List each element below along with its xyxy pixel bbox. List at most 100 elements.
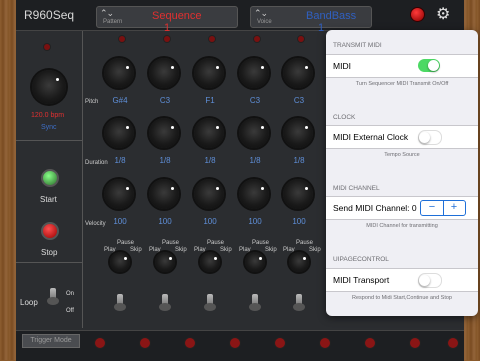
external-clock-switch[interactable] <box>418 130 442 145</box>
start-label: Start <box>40 195 57 204</box>
velocity-knob[interactable] <box>146 176 182 212</box>
step-mode-knob[interactable] <box>107 249 133 275</box>
step-trigger-led[interactable] <box>410 338 420 348</box>
midi-channel-cell: Send MIDI Channel: 0 − + <box>326 196 478 220</box>
play-label: Play <box>283 247 295 253</box>
midi-transport-cell: MIDI Transport <box>326 268 478 292</box>
step-toggle[interactable] <box>293 294 305 311</box>
voice-arrows-icon[interactable]: ⌃⌄ <box>254 8 268 19</box>
step-mode-knob[interactable] <box>242 249 268 275</box>
step-toggle[interactable] <box>114 294 126 311</box>
midi-transport-footer: Respond to Midi Start,Continue and Stop <box>352 295 452 301</box>
duration-knob[interactable] <box>101 115 137 151</box>
clock-header: CLOCK <box>333 114 356 121</box>
step-led <box>164 36 170 42</box>
step-trigger-led[interactable] <box>320 338 330 348</box>
pitch-knob[interactable] <box>101 55 137 91</box>
start-button[interactable] <box>41 169 59 187</box>
duration-knob[interactable] <box>191 115 227 151</box>
midi-transport-switch[interactable] <box>418 273 442 288</box>
transmit-midi-header: TRANSMIT MIDI <box>333 42 382 49</box>
pitch-knob[interactable] <box>236 55 272 91</box>
duration-value: 1/8 <box>293 156 305 165</box>
pitch-value: C3 <box>293 96 305 105</box>
duration-knob[interactable] <box>280 115 316 151</box>
app-title: R960Seq <box>24 8 75 22</box>
duration-value: 1/8 <box>204 156 216 165</box>
duration-knob[interactable] <box>236 115 272 151</box>
duration-value: 1/8 <box>159 156 171 165</box>
trigger-mode-button[interactable]: Trigger Mode <box>22 334 80 348</box>
velocity-value: 100 <box>113 217 127 226</box>
midi-channel-stepper[interactable]: − + <box>420 200 466 216</box>
stop-button[interactable] <box>41 222 59 240</box>
velocity-value: 100 <box>203 217 217 226</box>
external-clock-cell: MIDI External Clock <box>326 125 478 149</box>
pause-label: Pause <box>252 240 270 246</box>
pattern-selector[interactable]: ⌃⌄ Pattern Sequence 1 <box>96 6 238 34</box>
bottom-bar <box>16 330 464 361</box>
play-label: Play <box>149 247 161 253</box>
external-clock-label: MIDI External Clock <box>333 132 409 142</box>
step-trigger-led[interactable] <box>365 338 375 348</box>
pause-label: Pause <box>162 240 180 246</box>
step-led <box>209 36 215 42</box>
velocity-knob[interactable] <box>191 176 227 212</box>
midi-transmit-label: MIDI <box>333 61 351 71</box>
skip-label: Skip <box>309 247 321 253</box>
velocity-knob[interactable] <box>280 176 316 212</box>
loop-off-label: Off <box>66 308 74 314</box>
tempo-knob[interactable] <box>29 67 69 107</box>
record-button[interactable] <box>410 7 425 22</box>
step-toggle[interactable] <box>159 294 171 311</box>
step-mode-knob[interactable] <box>152 249 178 275</box>
velocity-knob[interactable] <box>236 176 272 212</box>
velocity-knob[interactable] <box>101 176 137 212</box>
pitch-value: C3 <box>249 96 261 105</box>
tempo-led <box>44 44 50 50</box>
gear-icon[interactable]: ⚙ <box>436 4 450 24</box>
midi-channel-footer: MIDI Channel for transmitting <box>366 223 438 229</box>
step-trigger-led[interactable] <box>448 338 458 348</box>
sync-label[interactable]: Sync <box>41 124 57 131</box>
midi-transmit-switch[interactable] <box>418 59 440 72</box>
duration-knob[interactable] <box>146 115 182 151</box>
skip-label: Skip <box>220 247 232 253</box>
divider <box>16 140 82 141</box>
pitch-knob[interactable] <box>191 55 227 91</box>
step-mode-knob[interactable] <box>197 249 223 275</box>
pitch-value: G#4 <box>112 96 128 105</box>
skip-label: Skip <box>265 247 277 253</box>
increment-button[interactable]: + <box>443 201 465 215</box>
pitch-value: F1 <box>205 96 215 105</box>
step-toggle[interactable] <box>204 294 216 311</box>
step-toggle[interactable] <box>249 294 261 311</box>
duration-value: 1/8 <box>249 156 261 165</box>
midi-channel-label: Send MIDI Channel: 0 <box>333 203 417 213</box>
pitch-knob[interactable] <box>146 55 182 91</box>
step-led <box>298 36 304 42</box>
pitch-row-label: Pitch <box>85 99 99 105</box>
step-trigger-led[interactable] <box>185 338 195 348</box>
decrement-button[interactable]: − <box>421 201 444 215</box>
skip-label: Skip <box>175 247 187 253</box>
play-label: Play <box>239 247 251 253</box>
pattern-caption: Pattern <box>103 19 123 25</box>
pattern-arrows-icon[interactable]: ⌃⌄ <box>100 8 114 19</box>
step-trigger-led[interactable] <box>230 338 240 348</box>
loop-toggle[interactable] <box>47 288 59 305</box>
voice-selector[interactable]: ⌃⌄ Voice BandBass 1 <box>250 6 372 34</box>
skip-label: Skip <box>130 247 142 253</box>
pause-label: Pause <box>207 240 225 246</box>
clock-footer: Tempo Source <box>384 152 420 158</box>
step-trigger-led[interactable] <box>140 338 150 348</box>
step-trigger-led[interactable] <box>275 338 285 348</box>
duration-value: 1/8 <box>114 156 126 165</box>
velocity-value: 100 <box>248 217 262 226</box>
step-trigger-led[interactable] <box>95 338 105 348</box>
pitch-knob[interactable] <box>280 55 316 91</box>
stop-label: Stop <box>41 248 58 257</box>
tempo-value: 120.0 bpm <box>31 112 65 119</box>
midi-channel-header: MIDI CHANNEL <box>333 185 380 192</box>
step-mode-knob[interactable] <box>286 249 312 275</box>
